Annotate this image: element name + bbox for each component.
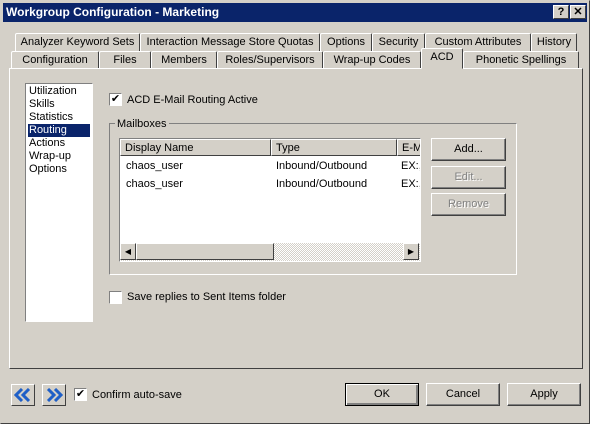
confirm-autosave-checkbox[interactable]: ✔ [74, 388, 87, 401]
acd-email-routing-checkbox[interactable]: ✔ [109, 93, 122, 106]
help-button[interactable]: ? [553, 5, 569, 19]
sidebar-item-routing[interactable]: Routing [28, 124, 90, 137]
ok-button[interactable]: OK [345, 383, 419, 406]
acd-email-routing-label: ACD E-Mail Routing Active [127, 94, 258, 106]
double-left-arrow-icon [14, 388, 31, 402]
column-header-email[interactable]: E-M [397, 139, 420, 156]
horizontal-scrollbar[interactable]: ◀ ▶ [120, 243, 420, 261]
column-header-type[interactable]: Type [271, 139, 397, 156]
scroll-thumb[interactable] [136, 243, 274, 260]
check-mark-icon: ✔ [75, 388, 86, 400]
sidebar-item-utilization[interactable]: Utilization [28, 85, 90, 98]
row-email: EX:, [401, 160, 421, 172]
tab-files[interactable]: Files [99, 51, 151, 69]
tab-configuration[interactable]: Configuration [11, 51, 99, 69]
row-display-name: chaos_user [126, 178, 183, 190]
window-title: Workgroup Configuration - Marketing [6, 5, 220, 19]
scroll-left-icon[interactable]: ◀ [120, 243, 136, 260]
cancel-button[interactable]: Cancel [426, 383, 500, 406]
sidebar-item-skills[interactable]: Skills [28, 98, 90, 111]
tab-history[interactable]: History [531, 33, 577, 51]
mailboxes-table[interactable]: Display Name Type E-M chaos_user Inbound… [119, 138, 421, 262]
row-type: Inbound/Outbound [276, 178, 368, 190]
row-type: Inbound/Outbound [276, 160, 368, 172]
previous-button[interactable] [11, 384, 35, 406]
tab-wrap-up-codes[interactable]: Wrap-up Codes [323, 51, 421, 69]
confirm-autosave-label: Confirm auto-save [92, 389, 182, 401]
sidebar-item-actions[interactable]: Actions [28, 137, 90, 150]
sidebar-item-options[interactable]: Options [28, 163, 90, 176]
close-button[interactable]: ✕ [570, 5, 586, 19]
next-button[interactable] [42, 384, 66, 406]
tab-acd[interactable]: ACD [421, 48, 463, 69]
edit-mailbox-button[interactable]: Edit... [431, 166, 506, 189]
scroll-right-icon[interactable]: ▶ [403, 243, 419, 260]
tab-security[interactable]: Security [372, 33, 425, 51]
row-email: EX:, [401, 178, 421, 190]
tab-analyzer-keyword-sets[interactable]: Analyzer Keyword Sets [15, 33, 140, 51]
add-mailbox-button[interactable]: Add... [431, 138, 506, 161]
tab-options[interactable]: Options [320, 33, 372, 51]
sidebar-item-wrap-up[interactable]: Wrap-up [28, 150, 90, 163]
tab-roles-supervisors[interactable]: Roles/Supervisors [217, 51, 323, 69]
tab-members[interactable]: Members [151, 51, 217, 69]
mailboxes-group-title: Mailboxes [115, 118, 169, 130]
save-replies-label: Save replies to Sent Items folder [127, 291, 286, 303]
title-bar: Workgroup Configuration - Marketing ? ✕ [3, 3, 587, 22]
tab-interaction-message-store-quotas[interactable]: Interaction Message Store Quotas [140, 33, 320, 51]
workgroup-configuration-window: Workgroup Configuration - Marketing ? ✕ … [0, 0, 590, 424]
save-replies-checkbox[interactable] [109, 291, 122, 304]
row-display-name: chaos_user [126, 160, 183, 172]
check-mark-icon: ✔ [110, 93, 121, 105]
double-right-arrow-icon [46, 388, 63, 402]
apply-button[interactable]: Apply [507, 383, 581, 406]
tab-phonetic-spellings[interactable]: Phonetic Spellings [463, 51, 579, 69]
column-header-display-name[interactable]: Display Name [120, 139, 271, 156]
remove-mailbox-button[interactable]: Remove [431, 193, 506, 216]
sidebar-item-statistics[interactable]: Statistics [28, 111, 90, 124]
acd-section-list[interactable]: Utilization Skills Statistics Routing Ac… [25, 83, 93, 322]
